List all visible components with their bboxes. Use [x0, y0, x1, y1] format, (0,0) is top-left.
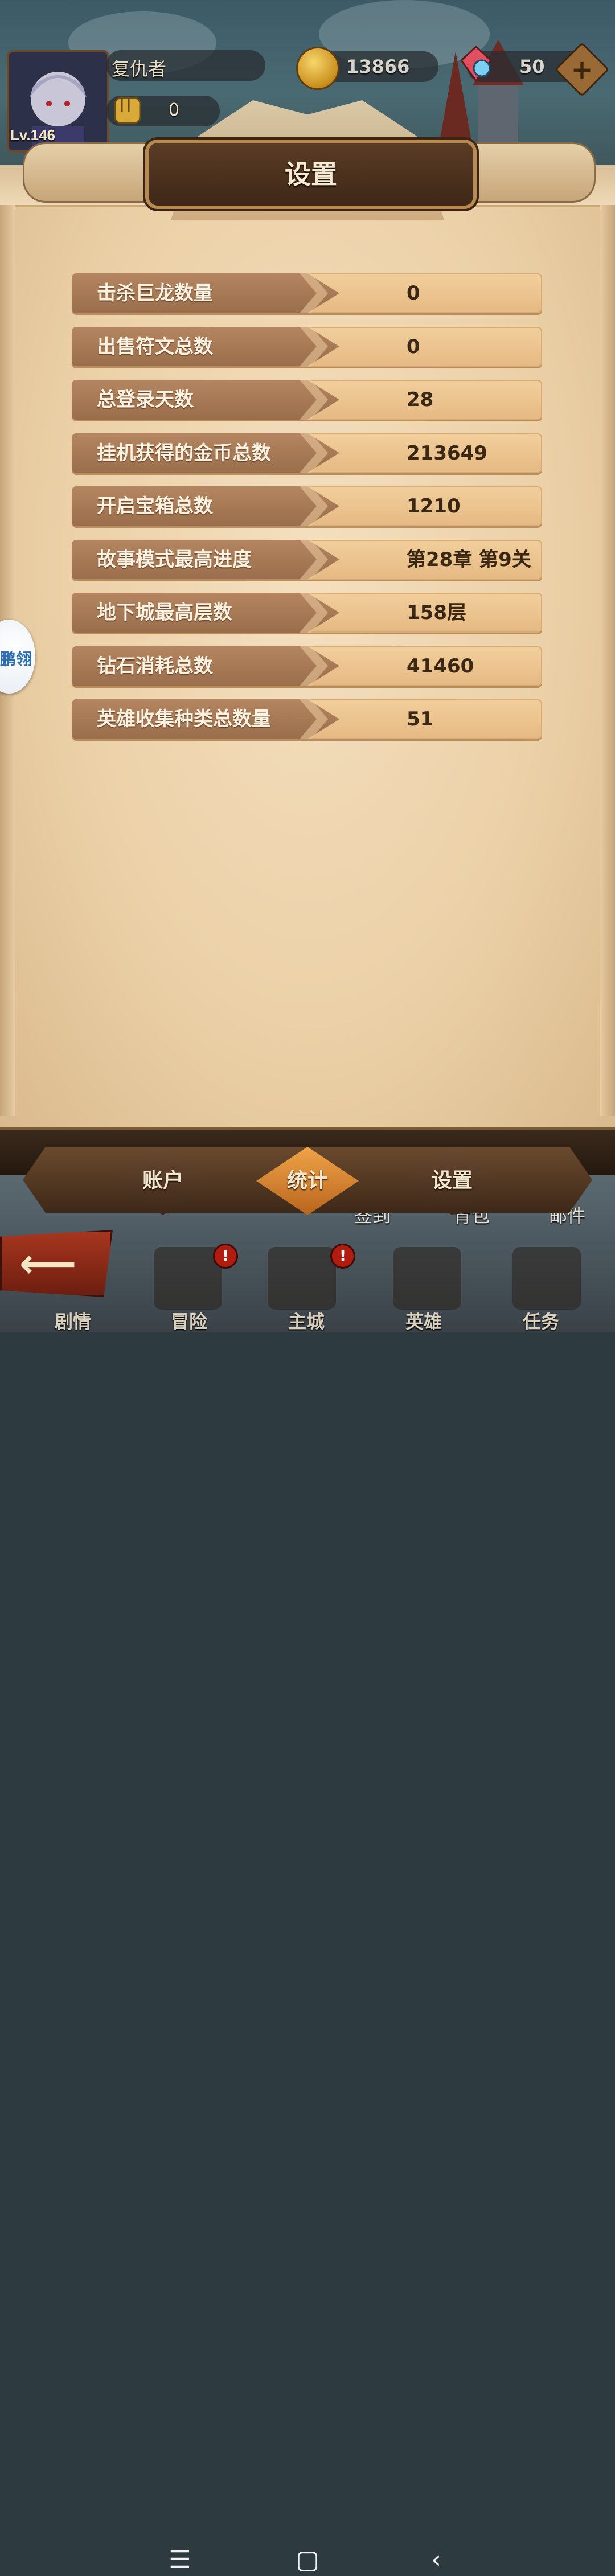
stat-value: 28	[407, 388, 434, 411]
coin-count: 13866	[346, 56, 410, 77]
gem-count: 50	[519, 56, 545, 77]
stat-value: 0	[407, 335, 420, 358]
stat-row: 英雄收集种类总数量 51	[72, 699, 542, 739]
gem-icon	[460, 45, 492, 83]
stat-label: 开启宝箱总数	[97, 495, 213, 518]
system-navigation-bar: ☰ ▢ ‹	[0, 1264, 615, 2574]
tab-statistics-label: 统计	[286, 1169, 328, 1192]
stat-label: 故事模式最高进度	[97, 548, 252, 571]
coin-icon	[296, 47, 339, 90]
stat-label: 地下城最高层数	[97, 601, 232, 624]
stat-row: 击杀巨龙数量 0	[72, 273, 542, 313]
stats-list: 击杀巨龙数量 0 出售符文总数 0 总登录天数 28 挂机获得的金币总数 213…	[72, 273, 542, 753]
stat-label: 挂机获得的金币总数	[97, 441, 271, 465]
stat-row: 总登录天数 28	[72, 380, 542, 420]
back-icon[interactable]: ‹	[413, 2544, 459, 2576]
tab-account[interactable]: 账户	[100, 1146, 226, 1216]
stat-value: 213649	[407, 441, 487, 465]
stat-row: 故事模式最高进度 第28章 第9关	[72, 539, 542, 580]
fist-icon	[114, 97, 141, 124]
home-icon[interactable]: ▢	[285, 2544, 330, 2576]
stat-value: 158层	[407, 601, 466, 624]
stat-value: 1210	[407, 495, 461, 518]
stat-row: 挂机获得的金币总数 213649	[72, 433, 542, 473]
stat-row: 出售符文总数 0	[72, 326, 542, 367]
tab-settings-label: 设置	[431, 1169, 473, 1192]
tab-settings[interactable]: 设置	[390, 1146, 515, 1216]
tab-statistics[interactable]: 统计	[245, 1146, 370, 1216]
stat-value: 0	[407, 282, 420, 305]
tab-account-label: 账户	[142, 1169, 183, 1192]
player-name: 复仇者	[112, 58, 167, 80]
stat-row: 钻石消耗总数 41460	[72, 646, 542, 686]
stat-value: 51	[407, 708, 434, 731]
stat-label: 钻石消耗总数	[97, 654, 213, 678]
stat-row: 开启宝箱总数 1210	[72, 486, 542, 526]
stat-label: 出售符文总数	[97, 335, 213, 358]
power-value: 0	[169, 100, 180, 120]
plus-icon: +	[571, 54, 593, 85]
stat-label: 击杀巨龙数量	[97, 282, 213, 305]
dialog-title: 设置	[285, 159, 337, 190]
floating-assistant-label: 鹏翎	[0, 650, 32, 668]
stat-label: 总登录天数	[97, 388, 194, 411]
menu-icon[interactable]: ☰	[157, 2544, 203, 2576]
stat-row: 地下城最高层数 158层	[72, 593, 542, 633]
stat-value: 第28章 第9关	[407, 548, 531, 571]
panel-edge-right	[600, 205, 615, 1116]
player-level: Lv.146	[10, 126, 56, 143]
stat-value: 41460	[407, 654, 474, 678]
stat-label: 英雄收集种类总数量	[97, 708, 271, 731]
